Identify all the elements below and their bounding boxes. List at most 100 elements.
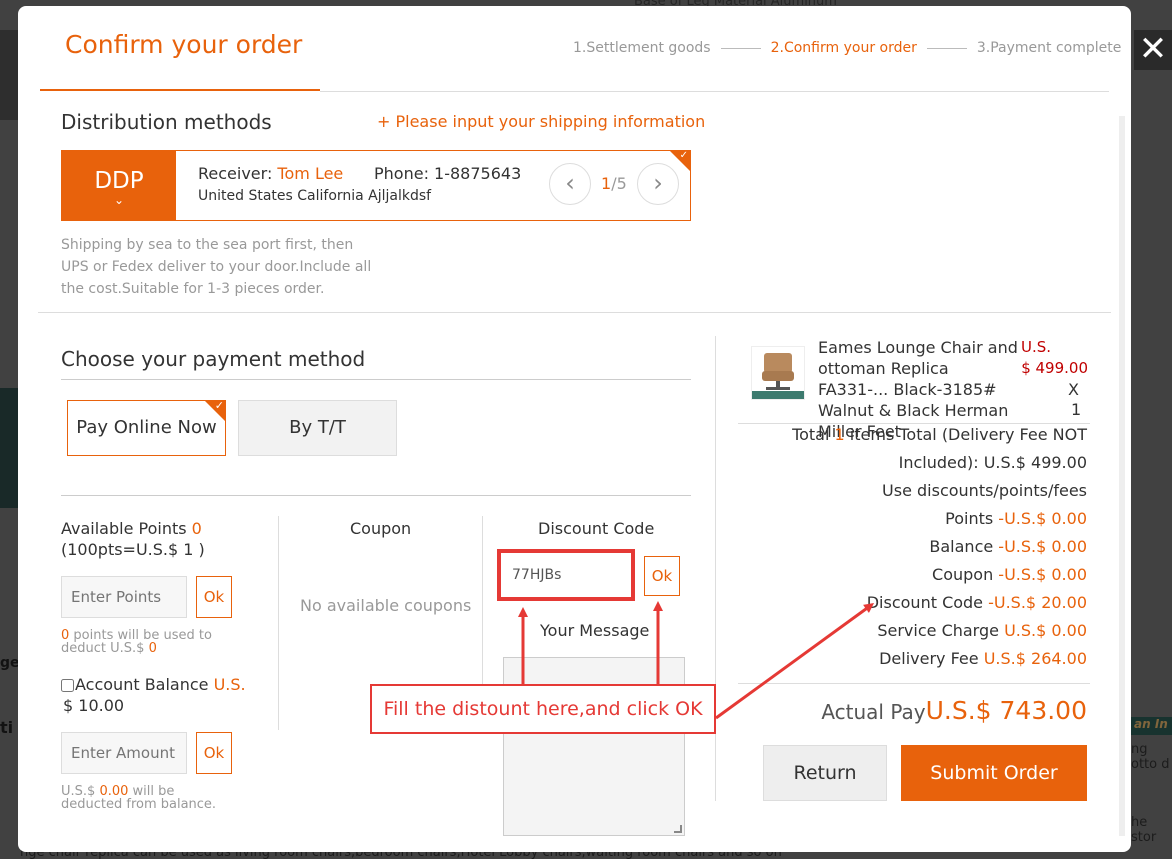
coupon-heading: Coupon <box>350 519 412 538</box>
address-card[interactable]: DDP ⌄ Receiver: Tom Lee Phone: 1-8875643… <box>61 150 691 221</box>
add-shipping-info-link[interactable]: + Please input your shipping information <box>377 112 705 131</box>
submit-order-button[interactable]: Submit Order <box>901 745 1087 801</box>
balance-value: $ 10.00 <box>63 696 125 715</box>
summary-line <box>738 683 1090 684</box>
summary-row-service-charge: Service Charge U.S.$ 0.00 <box>877 621 1087 640</box>
address-text: United States California Ajljalkdsf <box>198 188 432 204</box>
discount-heading: Discount Code <box>538 519 655 538</box>
title-underline <box>40 89 320 91</box>
pay-online-option[interactable]: Pay Online Now ✓ <box>67 400 226 456</box>
total-prefix: Total <box>792 425 835 444</box>
points-note-deduct: deduct U.S.$ <box>61 641 149 656</box>
shipping-description: Shipping by sea to the sea port first, t… <box>61 237 372 297</box>
scrollbar[interactable] <box>1119 116 1125 836</box>
phone: Phone: 1-8875643 <box>374 164 521 183</box>
total-suffix: items Total (Delivery Fee NOT <box>844 425 1087 444</box>
close-icon[interactable]: ✕ <box>1134 30 1172 70</box>
points-value: 0 <box>191 519 202 538</box>
section-divider <box>38 312 1111 313</box>
pager-total: /5 <box>611 174 627 193</box>
use-discounts-label: Use discounts/points/fees <box>882 481 1087 500</box>
step-divider <box>926 47 967 49</box>
return-button[interactable]: Return <box>763 745 887 801</box>
coupon-empty-text: No available coupons <box>300 596 472 615</box>
payment-heading: Choose your payment method <box>61 347 366 371</box>
message-label: Your Message <box>540 621 650 640</box>
points-note-amount: 0 <box>148 641 157 656</box>
receiver: Receiver: Tom Lee <box>198 164 343 183</box>
summary-row-balance: Balance -U.S.$ 0.00 <box>929 537 1087 556</box>
confirm-order-modal: Confirm your order 1.Settlement goods 2.C… <box>18 6 1131 852</box>
summary-row-value: -U.S.$ 20.00 <box>988 593 1087 612</box>
quantity-times: X <box>1068 380 1079 399</box>
summary-total: Total 1 items Total (Delivery Fee NOT <box>792 425 1087 444</box>
chevron-right-icon: › <box>653 169 663 197</box>
selected-check-icon: ✓ <box>670 151 690 171</box>
phone-value: 1-8875643 <box>434 164 522 183</box>
balance-ok-button[interactable]: Ok <box>196 732 232 774</box>
shipping-method-label: DDP <box>94 168 144 194</box>
balance-amount-input[interactable] <box>61 732 187 774</box>
progress-steps: 1.Settlement goods 2.Confirm your order 3.… <box>573 40 1121 56</box>
step-divider <box>720 47 761 49</box>
header-divider <box>320 91 1109 92</box>
summary-row-value: U.S.$ 264.00 <box>983 649 1087 668</box>
receiver-label: Receiver: <box>198 164 273 183</box>
summary-row-label: Points <box>945 509 999 528</box>
pay-tt-option[interactable]: By T/T <box>238 400 397 456</box>
column-divider <box>278 516 279 730</box>
summary-row-coupon: Coupon -U.S.$ 0.00 <box>932 565 1087 584</box>
payment-divider <box>61 379 691 380</box>
summary-row-label: Coupon <box>932 565 999 584</box>
shipping-method-selector[interactable]: DDP ⌄ <box>62 151 176 220</box>
points-ok-button[interactable]: Ok <box>196 576 232 618</box>
summary-row-discount-code: Discount Code -U.S.$ 20.00 <box>867 593 1087 612</box>
actual-pay: Actual PayU.S.$ 743.00 <box>821 696 1087 725</box>
summary-row-value: U.S.$ 0.00 <box>1004 621 1087 640</box>
annotation-callout: Fill the distount here,and click OK <box>370 684 716 734</box>
summary-row-points: Points -U.S.$ 0.00 <box>945 509 1087 528</box>
balance-checkbox[interactable] <box>61 679 74 692</box>
page-title: Confirm your order <box>65 30 303 59</box>
points-label: Available Points <box>61 519 187 538</box>
summary-row-label: Service Charge <box>877 621 1005 640</box>
summary-row-value: -U.S.$ 0.00 <box>998 565 1087 584</box>
pay-online-label: Pay Online Now <box>76 417 217 438</box>
address-pager: 1/5 <box>601 174 627 193</box>
account-balance: Account Balance U.S. <box>61 675 246 694</box>
summary-row-label: Discount Code <box>866 593 989 612</box>
phone-label: Phone: <box>374 164 429 183</box>
discount-ok-button[interactable]: Ok <box>644 556 680 596</box>
product-quantity: 1 <box>1071 400 1082 419</box>
prev-address-button[interactable]: ‹ <box>549 163 591 205</box>
discount-code-input[interactable]: 77HJBs <box>497 549 635 601</box>
chevron-down-icon: ⌄ <box>113 193 125 207</box>
balance-note-2: deducted from balance. <box>61 797 217 812</box>
summary-row-delivery-fee: Delivery Fee U.S.$ 264.00 <box>879 649 1087 668</box>
summary-row-value: -U.S.$ 0.00 <box>998 509 1087 528</box>
summary-line <box>738 423 1090 424</box>
points-note-2: deduct U.S.$ 0 <box>61 642 157 655</box>
summary-total-amount: Included): U.S.$ 499.00 <box>898 453 1087 472</box>
points-input[interactable] <box>61 576 187 618</box>
selected-check-icon: ✓ <box>204 400 226 422</box>
product-price: U.S. $ 499.00 <box>1018 337 1088 379</box>
chevron-left-icon: ‹ <box>565 169 575 197</box>
distribution-heading: Distribution methods <box>61 110 272 134</box>
points-rate: (100pts=U.S.$ 1 ) <box>61 540 205 559</box>
available-points: Available Points 0 <box>61 519 202 538</box>
actual-pay-label: Actual Pay <box>821 700 926 724</box>
chair-icon <box>752 353 804 399</box>
total-count: 1 <box>834 425 845 444</box>
product-thumbnail <box>751 346 805 400</box>
step-confirm: 2.Confirm your order <box>770 40 917 56</box>
product-price-amount: $ 499.00 <box>1021 359 1088 377</box>
pager-current: 1 <box>601 174 612 193</box>
actual-pay-amount: U.S.$ 743.00 <box>925 696 1087 725</box>
receiver-name: Tom Lee <box>277 164 344 183</box>
step-settlement: 1.Settlement goods <box>573 40 711 56</box>
options-divider <box>61 495 691 496</box>
summary-row-label: Balance <box>929 537 999 556</box>
resize-handle[interactable] <box>674 825 682 833</box>
summary-row-label: Delivery Fee <box>879 649 984 668</box>
